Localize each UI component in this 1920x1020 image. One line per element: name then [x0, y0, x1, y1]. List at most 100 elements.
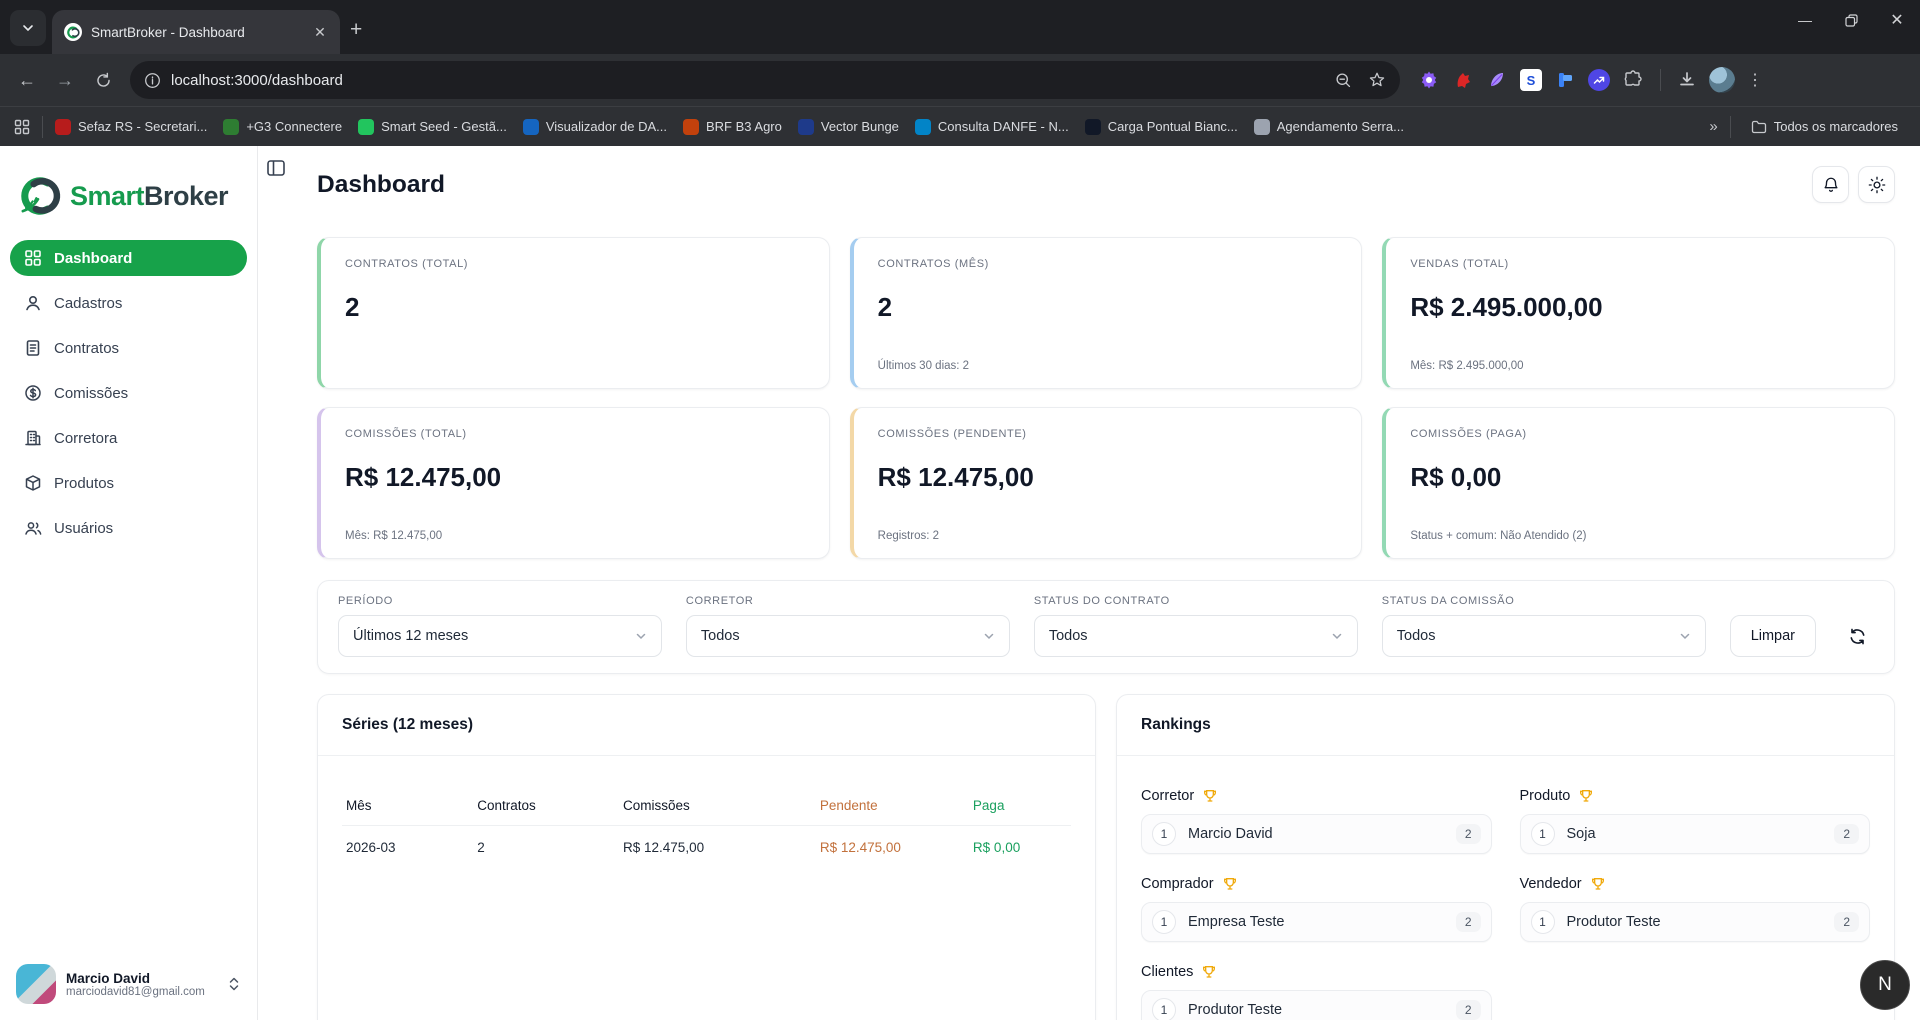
- red-extension-icon[interactable]: [1452, 69, 1474, 91]
- ranking-label: Comprador: [1141, 876, 1214, 892]
- person-icon: [26, 295, 40, 311]
- extensions-puzzle-icon[interactable]: [1622, 69, 1644, 91]
- zoom-icon[interactable]: [1335, 72, 1352, 89]
- browser-tab[interactable]: SmartBroker - Dashboard ✕: [52, 10, 340, 54]
- panels-row: Séries (12 meses) Mês Contratos Comissõe…: [317, 694, 1895, 1020]
- gear-extension-icon[interactable]: [1418, 69, 1440, 91]
- address-bar[interactable]: localhost:3000/dashboard: [130, 61, 1400, 99]
- bookmarks-divider: [42, 115, 43, 138]
- nextjs-dev-badge[interactable]: N: [1860, 960, 1910, 1010]
- bookmark-item[interactable]: Vector Bunge: [790, 115, 907, 139]
- sidebar-item-cadastros[interactable]: Cadastros: [10, 285, 247, 321]
- periodo-select[interactable]: Últimos 12 meses: [338, 615, 662, 657]
- sidebar-toggle-icon[interactable]: [266, 158, 286, 178]
- sidebar-item-label: Comissões: [54, 384, 129, 402]
- kpi-grid: CONTRATOS (TOTAL) 2 CONTRATOS (MÊS) 2 Úl…: [317, 237, 1895, 559]
- series-panel: Séries (12 meses) Mês Contratos Comissõe…: [317, 694, 1096, 1020]
- status-contrato-select[interactable]: Todos: [1033, 615, 1358, 657]
- back-icon[interactable]: ←: [10, 63, 44, 97]
- close-window-button[interactable]: ✕: [1874, 0, 1920, 40]
- chart-extension-icon[interactable]: [1588, 69, 1610, 91]
- bookmark-star-icon[interactable]: [1368, 71, 1386, 89]
- browser-toolbar: ← → localhost:3000/dashboard S ⋮: [0, 54, 1920, 106]
- bookmark-favicon: [1253, 118, 1270, 135]
- brand-part1: Smart: [70, 180, 145, 211]
- rank-count-badge: 2: [1455, 912, 1481, 932]
- dollar-circle-icon: [25, 385, 41, 401]
- feather-extension-icon[interactable]: [1486, 69, 1508, 91]
- kpi-value: R$ 2.495.000,00: [1410, 292, 1603, 322]
- bookmark-item[interactable]: +G3 Connectere: [215, 115, 350, 139]
- site-info-icon[interactable]: [144, 72, 161, 89]
- kpi-value: 2: [345, 292, 360, 322]
- browser-tabstrip: SmartBroker - Dashboard ✕ + — ✕: [0, 0, 1920, 54]
- page-title: Dashboard: [317, 170, 445, 198]
- ranking-group-corretor: Corretor 1 Marcio David 2: [1141, 788, 1492, 854]
- bookmark-favicon: [223, 118, 240, 135]
- sidebar: SmartBroker Dashboard Cadastros Contrato…: [0, 146, 258, 1020]
- theme-toggle-button[interactable]: [1858, 166, 1895, 203]
- toolbar-divider: [1660, 69, 1661, 91]
- filter-label: STATUS DA COMISSÃO: [1381, 595, 1515, 607]
- rankings-grid: Corretor 1 Marcio David 2 Produto 1 Soja…: [1141, 788, 1870, 1020]
- s-extension-icon[interactable]: S: [1520, 69, 1542, 91]
- bookmark-item[interactable]: Sefaz RS - Secretari...: [47, 115, 215, 139]
- minimize-button[interactable]: —: [1782, 0, 1828, 40]
- tab-search-button[interactable]: [10, 10, 46, 46]
- ranking-label: Produto: [1519, 788, 1571, 804]
- kpi-label: COMISSÕES (TOTAL): [345, 428, 467, 440]
- table-row: 2026-03 2 R$ 12.475,00 R$ 12.475,00 R$ 0…: [342, 826, 1071, 870]
- kpi-label: COMISSÕES (PENDENTE): [877, 428, 1027, 440]
- apps-grid-icon[interactable]: [14, 119, 30, 135]
- cell-mes: 2026-03: [346, 840, 396, 855]
- bookmark-item[interactable]: Visualizador de DA...: [515, 115, 675, 139]
- sidebar-item-produtos[interactable]: Produtos: [10, 465, 247, 501]
- downloads-icon[interactable]: [1677, 70, 1697, 90]
- bookmarks-overflow-icon[interactable]: »: [1709, 118, 1717, 135]
- rank-name: Marcio David: [1188, 826, 1273, 842]
- browser-profile-avatar[interactable]: [1709, 67, 1735, 93]
- restore-button[interactable]: [1828, 0, 1874, 40]
- dashboard-grid-icon: [25, 250, 41, 266]
- sidebar-item-contratos[interactable]: Contratos: [10, 330, 247, 366]
- tab-close-icon[interactable]: ✕: [310, 22, 330, 42]
- browser-menu-icon[interactable]: ⋮: [1747, 70, 1764, 90]
- sun-icon: [1868, 176, 1885, 193]
- ranking-item: 1 Produtor Teste 2: [1141, 990, 1492, 1020]
- sidebar-item-usuarios[interactable]: Usuários: [10, 510, 247, 546]
- bookmark-item[interactable]: Smart Seed - Gestã...: [350, 115, 515, 139]
- filter-periodo: PERÍODO Últimos 12 meses: [338, 595, 662, 657]
- smartbroker-app: SmartBroker Dashboard Cadastros Contrato…: [0, 146, 1920, 1020]
- brand: SmartBroker: [0, 146, 257, 240]
- sidebar-item-comissoes[interactable]: Comissões: [10, 375, 247, 411]
- bookmark-item[interactable]: Consulta DANFE - N...: [907, 115, 1077, 139]
- rank-name: Soja: [1566, 826, 1596, 842]
- status-comissao-select[interactable]: Todos: [1381, 615, 1706, 657]
- kpi-label: COMISSÕES (PAGA): [1410, 428, 1527, 440]
- bookmark-item[interactable]: BRF B3 Agro: [675, 115, 790, 139]
- bookmark-item[interactable]: Agendamento Serra...: [1246, 115, 1412, 139]
- sidebar-item-label: Cadastros: [54, 294, 123, 312]
- flag-extension-icon[interactable]: [1554, 69, 1576, 91]
- sidebar-item-dashboard[interactable]: Dashboard: [10, 240, 247, 276]
- rank-count-badge: 2: [1455, 1000, 1481, 1020]
- ranking-group-vendedor: Vendedor 1 Produtor Teste 2: [1519, 876, 1870, 942]
- forward-icon[interactable]: →: [48, 63, 82, 97]
- reload-icon[interactable]: [86, 63, 120, 97]
- sidebar-item-label: Contratos: [54, 339, 120, 357]
- kpi-value: R$ 12.475,00: [877, 462, 1034, 492]
- kpi-value: R$ 12.475,00: [345, 462, 502, 492]
- notifications-button[interactable]: [1812, 166, 1849, 203]
- bookmark-item[interactable]: Carga Pontual Bianc...: [1077, 115, 1246, 139]
- new-tab-button[interactable]: +: [350, 18, 362, 42]
- all-bookmarks-button[interactable]: Todos os marcadores: [1743, 115, 1906, 139]
- bookmark-favicon: [682, 118, 699, 135]
- sidebar-item-corretora[interactable]: Corretora: [10, 420, 247, 456]
- corretor-select[interactable]: Todos: [685, 615, 1010, 657]
- col-paga: Paga: [968, 788, 1071, 826]
- clear-filters-button[interactable]: Limpar: [1729, 615, 1817, 657]
- user-menu[interactable]: Marcio David marciodavid81@gmail.com: [0, 950, 257, 1020]
- cell-contratos: 2: [477, 840, 485, 855]
- refresh-button[interactable]: [1840, 615, 1874, 657]
- kpi-label: VENDAS (TOTAL): [1410, 258, 1509, 270]
